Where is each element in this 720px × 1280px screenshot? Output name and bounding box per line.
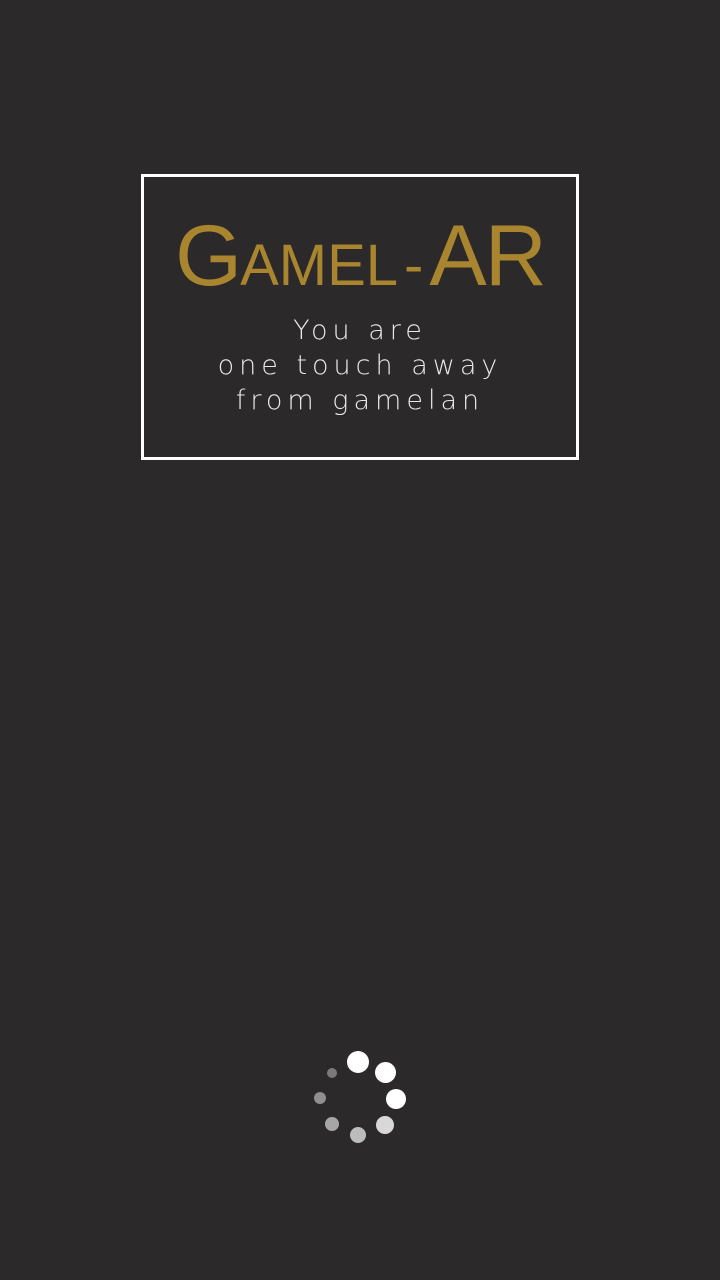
logo-text-amel: AMEL [240,233,399,298]
tagline-line-1: You are [293,315,427,346]
logo-dash: - [404,233,424,298]
spinner-dot [375,1062,396,1083]
splash-frame: GAMEL -AR You are one touch away from gam… [141,174,579,460]
app-logo: GAMEL -AR [144,213,576,299]
spinner-dot [386,1089,406,1109]
spinner-dot [350,1127,366,1143]
loading-spinner-icon [310,1050,410,1146]
tagline: You are one touch away from gamelan [144,313,576,418]
tagline-line-3: from gamelan [235,385,485,416]
spinner-dot [314,1092,326,1104]
logo-letter-g: G [175,208,242,304]
spinner-dot [325,1117,339,1131]
logo-text-ar: AR [429,208,546,304]
spinner-dot [347,1051,369,1073]
spinner-dot [376,1116,394,1134]
spinner-dot [327,1068,337,1078]
tagline-line-2: one touch away [217,350,503,381]
